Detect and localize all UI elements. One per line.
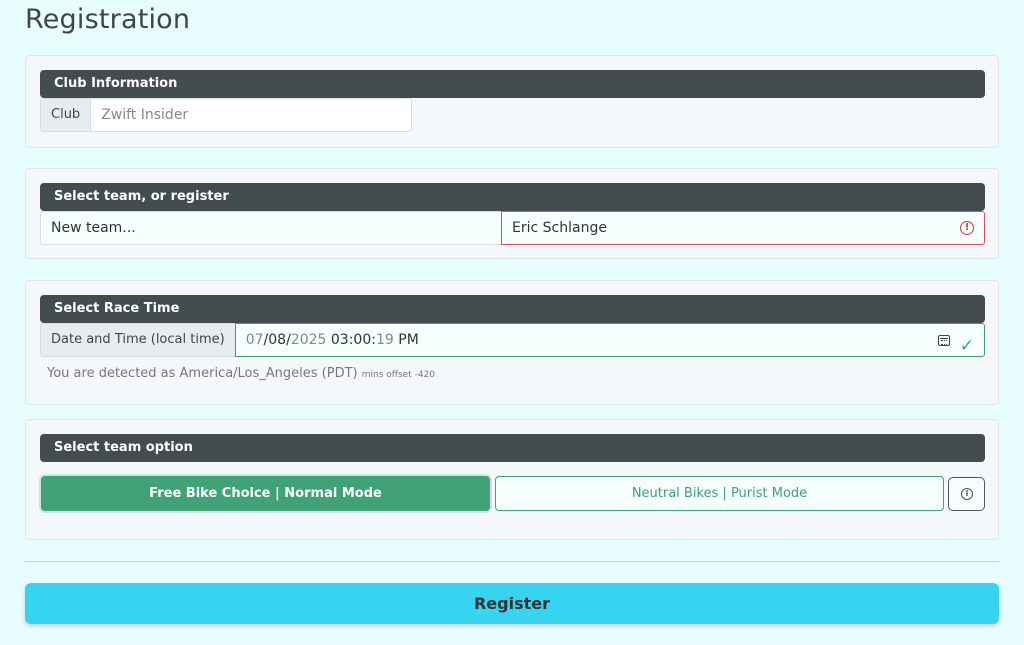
info-circle-icon: i <box>961 488 973 500</box>
team-select[interactable]: New team... <box>40 211 501 245</box>
datetime-input-group: Date and Time (local time) 07/08/2025 03… <box>40 323 985 357</box>
race-time-header: Select Race Time <box>40 295 985 323</box>
team-header: Select team, or register <box>40 183 985 211</box>
datetime-input[interactable]: 07/08/2025 03:00:19 PM ✓ <box>234 323 985 357</box>
team-option-card: Select team option Free Bike Choice | No… <box>25 419 999 540</box>
datetime-day: 08 <box>268 332 287 348</box>
club-label: Club <box>40 98 91 132</box>
datetime-second: 19 <box>375 332 394 348</box>
team-name-input[interactable]: Eric Schlange ! <box>501 211 985 245</box>
timezone-text: You are detected as America/Los_Angeles … <box>47 366 358 381</box>
team-option-header: Select team option <box>40 434 985 462</box>
datetime-hour: 03 <box>330 332 349 348</box>
club-input-group: Club Zwift Insider <box>40 98 412 132</box>
club-input-placeholder: Zwift Insider <box>101 107 189 123</box>
club-input[interactable]: Zwift Insider <box>90 98 412 132</box>
club-info-card: Club Information Club Zwift Insider <box>25 55 999 148</box>
check-icon: ✓ <box>959 336 974 356</box>
datetime-label: Date and Time (local time) <box>40 323 235 357</box>
datetime-month: 07 <box>245 332 264 348</box>
team-select-value: New team... <box>51 220 136 236</box>
team-name-value: Eric Schlange <box>512 220 607 236</box>
offset-text: mins offset -420 <box>361 370 436 380</box>
page-title: Registration <box>25 4 191 35</box>
datetime-ampm: PM <box>398 332 419 348</box>
calendar-icon[interactable] <box>938 335 950 346</box>
exclamation-circle-icon: ! <box>960 221 974 235</box>
datetime-year: 2025 <box>290 332 327 348</box>
divider <box>25 561 999 562</box>
register-button[interactable]: Register <box>25 583 999 624</box>
free-bike-option-button[interactable]: Free Bike Choice | Normal Mode <box>41 476 490 511</box>
race-time-card: Select Race Time Date and Time (local ti… <box>25 280 999 405</box>
club-info-header: Club Information <box>40 70 985 98</box>
datetime-minute: 00 <box>353 332 372 348</box>
timezone-note: You are detected as America/Los_Angeles … <box>47 366 435 381</box>
neutral-bikes-option-button[interactable]: Neutral Bikes | Purist Mode <box>495 476 944 511</box>
info-button[interactable]: i <box>948 477 985 511</box>
team-card: Select team, or register New team... Eri… <box>25 168 999 259</box>
